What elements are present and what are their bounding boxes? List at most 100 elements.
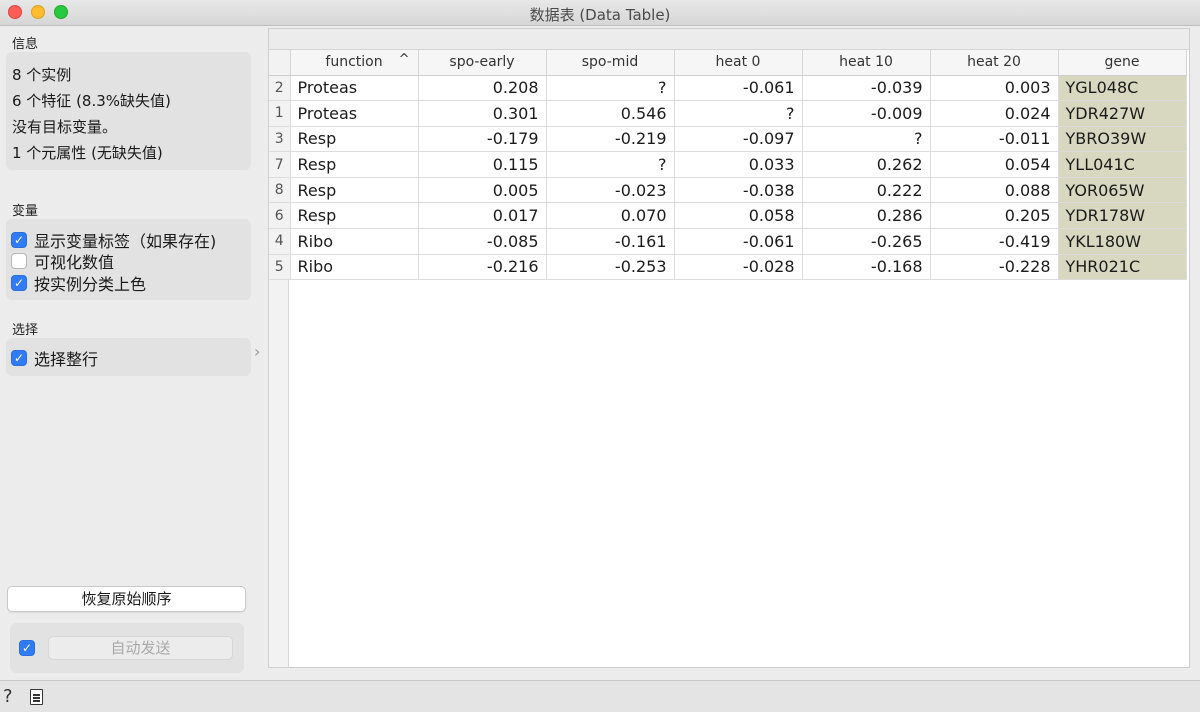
visualize-values-option[interactable]: 可视化数值 bbox=[11, 251, 115, 272]
table-cell-gene[interactable]: YDR427W bbox=[1058, 100, 1187, 127]
table-cell-heat-20[interactable]: 0.205 bbox=[930, 202, 1059, 230]
row-index[interactable]: 5 bbox=[269, 254, 291, 281]
table-cell-function[interactable]: Ribo bbox=[290, 228, 419, 255]
table-cell-heat-0[interactable]: 0.058 bbox=[674, 202, 803, 230]
row-index[interactable]: 6 bbox=[269, 202, 291, 230]
auto-send-button[interactable]: 自动发送 bbox=[48, 636, 233, 660]
table-cell-heat-20[interactable]: -0.228 bbox=[930, 254, 1059, 281]
table-cell-spo-mid[interactable]: -0.253 bbox=[546, 254, 675, 281]
table-row[interactable]: 4 Ribo -0.085 -0.161 -0.061 -0.265 -0.419 YKL18… bbox=[269, 228, 1187, 255]
table-cell-heat-0[interactable]: -0.038 bbox=[674, 177, 803, 204]
help-icon[interactable]: ? bbox=[3, 686, 13, 707]
title-bar: 数据表 (Data Table) bbox=[0, 0, 1200, 26]
row-index[interactable]: 8 bbox=[269, 177, 291, 204]
data-table[interactable]: function ^ spo-early spo-mid heat 0 heat 10 he… bbox=[269, 50, 1187, 281]
table-cell-function[interactable]: Resp bbox=[290, 202, 419, 230]
select-full-rows-checkbox[interactable]: ✓ bbox=[11, 350, 27, 366]
table-cell-gene[interactable]: YDR178W bbox=[1058, 202, 1187, 230]
table-cell-spo-early[interactable]: -0.085 bbox=[418, 228, 547, 255]
table-cell-heat-20[interactable]: 0.003 bbox=[930, 75, 1059, 102]
table-cell-gene[interactable]: YGL048C bbox=[1058, 75, 1187, 102]
table-cell-function[interactable]: Proteas bbox=[290, 100, 419, 127]
table-cell-heat-20[interactable]: -0.011 bbox=[930, 126, 1059, 153]
table-cell-heat-10[interactable]: -0.265 bbox=[802, 228, 931, 255]
column-header-spo-mid[interactable]: spo-mid bbox=[546, 50, 675, 76]
table-row[interactable]: 6 Resp 0.017 0.070 0.058 0.286 0.205 YDR178W bbox=[269, 202, 1187, 230]
column-header-heat-0[interactable]: heat 0 bbox=[674, 50, 803, 76]
table-row[interactable]: 5 Ribo -0.216 -0.253 -0.028 -0.168 -0.228 YHR02… bbox=[269, 254, 1187, 281]
show-labels-option[interactable]: ✓ 显示变量标签（如果存在) bbox=[11, 230, 216, 251]
row-index[interactable]: 4 bbox=[269, 228, 291, 255]
color-by-class-option[interactable]: ✓ 按实例分类上色 bbox=[11, 273, 146, 294]
row-index[interactable]: 3 bbox=[269, 126, 291, 153]
table-cell-spo-early[interactable]: 0.301 bbox=[418, 100, 547, 127]
restore-original-order-button[interactable]: 恢复原始顺序 bbox=[7, 586, 246, 612]
row-index[interactable]: 2 bbox=[269, 75, 291, 102]
table-cell-spo-early[interactable]: -0.179 bbox=[418, 126, 547, 153]
table-cell-heat-0[interactable]: -0.097 bbox=[674, 126, 803, 153]
column-header-function[interactable]: function ^ bbox=[290, 50, 419, 76]
auto-send-option[interactable]: ✓ bbox=[19, 638, 42, 658]
report-document-icon[interactable] bbox=[30, 689, 43, 705]
color-by-class-checkbox[interactable]: ✓ bbox=[11, 275, 27, 291]
table-cell-spo-early[interactable]: 0.005 bbox=[418, 177, 547, 204]
table-cell-gene[interactable]: YKL180W bbox=[1058, 228, 1187, 255]
table-cell-spo-early[interactable]: 0.017 bbox=[418, 202, 547, 230]
table-cell-spo-mid[interactable]: -0.161 bbox=[546, 228, 675, 255]
index-header-corner[interactable] bbox=[269, 50, 291, 76]
table-cell-heat-10[interactable]: ? bbox=[802, 126, 931, 153]
window-title: 数据表 (Data Table) bbox=[529, 6, 671, 24]
table-cell-spo-mid[interactable]: 0.546 bbox=[546, 100, 675, 127]
table-cell-spo-early[interactable]: 0.208 bbox=[418, 75, 547, 102]
table-cell-heat-20[interactable]: 0.024 bbox=[930, 100, 1059, 127]
column-header-spo-early[interactable]: spo-early bbox=[418, 50, 547, 76]
table-cell-function[interactable]: Resp bbox=[290, 151, 419, 178]
table-cell-gene[interactable]: YBRO39W bbox=[1058, 126, 1187, 153]
visualize-values-checkbox[interactable] bbox=[11, 253, 27, 269]
table-row[interactable]: 7 Resp 0.115? 0.033 0.262 0.054 YLL041C bbox=[269, 151, 1187, 178]
collapse-panel-arrow-icon[interactable]: › bbox=[254, 342, 260, 361]
table-cell-spo-early[interactable]: -0.216 bbox=[418, 254, 547, 281]
table-cell-heat-20[interactable]: 0.054 bbox=[930, 151, 1059, 178]
table-cell-heat-10[interactable]: -0.009 bbox=[802, 100, 931, 127]
table-cell-function[interactable]: Ribo bbox=[290, 254, 419, 281]
table-cell-spo-mid[interactable]: 0.070 bbox=[546, 202, 675, 230]
table-row[interactable]: 8 Resp 0.005 -0.023 -0.038 0.222 0.088 YOR065W bbox=[269, 177, 1187, 204]
auto-send-checkbox[interactable]: ✓ bbox=[19, 640, 35, 656]
select-full-rows-option[interactable]: ✓ 选择整行 bbox=[11, 348, 98, 369]
table-cell-gene[interactable]: YLL041C bbox=[1058, 151, 1187, 178]
table-row[interactable]: 3 Resp -0.179 -0.219 -0.097? -0.011 YBRO39W bbox=[269, 126, 1187, 153]
table-cell-heat-10[interactable]: 0.286 bbox=[802, 202, 931, 230]
table-cell-heat-0[interactable]: -0.061 bbox=[674, 75, 803, 102]
table-cell-heat-10[interactable]: 0.222 bbox=[802, 177, 931, 204]
column-header-heat-20[interactable]: heat 20 bbox=[930, 50, 1059, 76]
table-cell-gene[interactable]: YOR065W bbox=[1058, 177, 1187, 204]
table-cell-spo-early[interactable]: 0.115 bbox=[418, 151, 547, 178]
table-cell-spo-mid[interactable]: ? bbox=[546, 75, 675, 102]
column-header-heat-10[interactable]: heat 10 bbox=[802, 50, 931, 76]
table-cell-spo-mid[interactable]: -0.023 bbox=[546, 177, 675, 204]
table-cell-function[interactable]: Resp bbox=[290, 177, 419, 204]
table-cell-heat-20[interactable]: 0.088 bbox=[930, 177, 1059, 204]
table-cell-heat-20[interactable]: -0.419 bbox=[930, 228, 1059, 255]
visualize-values-label: 可视化数值 bbox=[34, 253, 115, 272]
table-cell-gene[interactable]: YHR021C bbox=[1058, 254, 1187, 281]
table-cell-spo-mid[interactable]: -0.219 bbox=[546, 126, 675, 153]
table-cell-function[interactable]: Proteas bbox=[290, 75, 419, 102]
table-cell-heat-10[interactable]: 0.262 bbox=[802, 151, 931, 178]
table-cell-heat-10[interactable]: -0.039 bbox=[802, 75, 931, 102]
table-cell-heat-0[interactable]: -0.061 bbox=[674, 228, 803, 255]
show-labels-checkbox[interactable]: ✓ bbox=[11, 232, 27, 248]
table-cell-function[interactable]: Resp bbox=[290, 126, 419, 153]
table-cell-spo-mid[interactable]: ? bbox=[546, 151, 675, 178]
row-index[interactable]: 1 bbox=[269, 100, 291, 127]
table-cell-heat-0[interactable]: -0.028 bbox=[674, 254, 803, 281]
table-row[interactable]: 2 Proteas 0.208? -0.061 -0.039 0.003 YGL048C bbox=[269, 75, 1187, 102]
table-cell-heat-0[interactable]: ? bbox=[674, 100, 803, 127]
table-cell-heat-10[interactable]: -0.168 bbox=[802, 254, 931, 281]
table-top-strip bbox=[269, 29, 1189, 50]
table-row[interactable]: 1 Proteas 0.301 0.546? -0.009 0.024 YDR427W bbox=[269, 100, 1187, 127]
table-cell-heat-0[interactable]: 0.033 bbox=[674, 151, 803, 178]
row-index[interactable]: 7 bbox=[269, 151, 291, 178]
column-header-gene[interactable]: gene bbox=[1058, 50, 1187, 76]
